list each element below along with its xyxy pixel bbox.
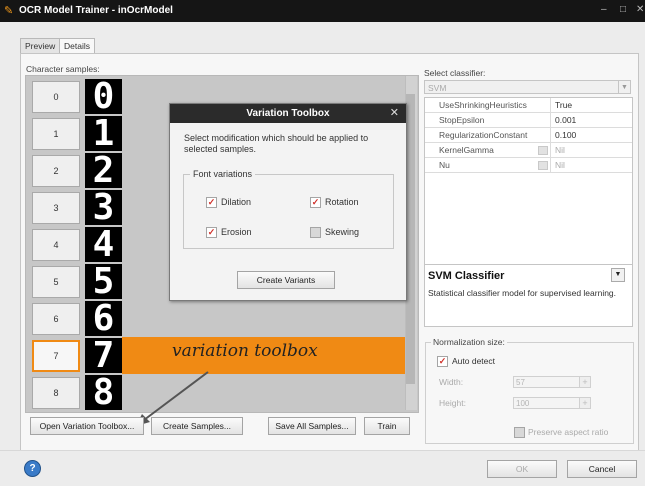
- window-title: OCR Model Trainer - inOcrModel: [19, 5, 173, 16]
- erosion-checkbox[interactable]: ✓: [206, 227, 217, 238]
- param-value[interactable]: Nil: [555, 145, 565, 155]
- tab-preview[interactable]: Preview: [20, 38, 61, 53]
- param-name: Nu: [439, 160, 450, 170]
- param-row[interactable]: KernelGamma Nil: [425, 143, 632, 158]
- classifier-select[interactable]: SVM ▼: [424, 80, 631, 94]
- sample-row: 8 8: [26, 374, 406, 411]
- grid-description-divider: [425, 264, 632, 265]
- cancel-button[interactable]: Cancel: [567, 460, 637, 478]
- group-title: Font variations: [190, 169, 256, 179]
- minimize-button[interactable]: –: [601, 4, 607, 15]
- grid-divider: [550, 143, 551, 157]
- character-samples-label: Character samples:: [26, 64, 100, 74]
- param-toggle-icon[interactable]: [538, 161, 548, 170]
- sample-glyph-image[interactable]: 5: [85, 264, 122, 299]
- param-row[interactable]: StopEpsilon 0.001: [425, 113, 632, 128]
- chevron-down-icon[interactable]: ▼: [618, 81, 630, 93]
- variation-toolbox-dialog: Variation Toolbox ✕ Select modification …: [169, 103, 407, 301]
- dilation-label: Dilation: [221, 197, 252, 207]
- ok-button[interactable]: OK: [487, 460, 557, 478]
- sample-index-button[interactable]: 4: [32, 229, 80, 261]
- dialog-description: Select modification which should be appl…: [184, 133, 369, 154]
- create-variants-button[interactable]: Create Variants: [237, 271, 335, 289]
- sample-glyph-image[interactable]: 6: [85, 301, 122, 336]
- sample-index-button[interactable]: 7: [32, 340, 80, 372]
- width-label: Width:: [439, 377, 464, 387]
- param-row[interactable]: UseShrinkingHeuristics True: [425, 98, 632, 113]
- sample-glyph-image[interactable]: 2: [85, 153, 122, 188]
- sample-glyph-image[interactable]: 7: [85, 338, 122, 373]
- grid-divider: [550, 113, 551, 127]
- skewing-checkbox[interactable]: ✓: [310, 227, 321, 238]
- width-field[interactable]: 57: [513, 376, 583, 388]
- auto-detect-label: Auto detect: [452, 356, 496, 366]
- maximize-button[interactable]: □: [620, 4, 626, 15]
- sample-row: 6 6: [26, 300, 406, 337]
- grid-divider: [550, 128, 551, 142]
- sample-index-button[interactable]: 5: [32, 266, 80, 298]
- save-all-samples-button[interactable]: Save All Samples...: [268, 417, 356, 435]
- height-stepper-icon[interactable]: +: [579, 397, 591, 409]
- scrollbar-thumb[interactable]: [406, 94, 415, 384]
- annotation-label: variation toolbox: [172, 341, 318, 361]
- rotation-checkbox[interactable]: ✓: [310, 197, 321, 208]
- help-icon[interactable]: ?: [24, 460, 41, 477]
- rotation-label: Rotation: [325, 197, 359, 207]
- chevron-down-icon[interactable]: ▼: [611, 268, 625, 282]
- font-variations-group: Font variations ✓ Dilation ✓ Rotation ✓ …: [183, 169, 394, 249]
- sample-glyph-image[interactable]: 0: [85, 79, 122, 114]
- sample-glyph-image[interactable]: 1: [85, 116, 122, 151]
- close-icon[interactable]: ✕: [390, 106, 399, 119]
- grid-divider: [550, 98, 551, 112]
- classifier-select-value: SVM: [428, 83, 447, 93]
- dilation-checkbox[interactable]: ✓: [206, 197, 217, 208]
- height-label: Height:: [439, 398, 466, 408]
- auto-detect-checkbox[interactable]: ✓: [437, 356, 448, 367]
- tab-details[interactable]: Details: [59, 38, 95, 54]
- sample-index-button[interactable]: 0: [32, 81, 80, 113]
- sample-index-button[interactable]: 1: [32, 118, 80, 150]
- classifier-description-title: SVM Classifier: [428, 270, 505, 282]
- param-value[interactable]: Nil: [555, 160, 565, 170]
- height-field[interactable]: 100: [513, 397, 583, 409]
- footer-divider: [0, 450, 645, 451]
- param-toggle-icon[interactable]: [538, 146, 548, 155]
- param-value[interactable]: 0.001: [555, 115, 576, 125]
- sample-index-button[interactable]: 3: [32, 192, 80, 224]
- param-name: StopEpsilon: [439, 115, 485, 125]
- param-name: RegularizationConstant: [439, 130, 528, 140]
- title-bar: ✎ OCR Model Trainer - inOcrModel – □ ✕: [0, 0, 645, 22]
- preserve-aspect-checkbox[interactable]: ✓: [514, 427, 525, 438]
- sample-glyph-image[interactable]: 8: [85, 375, 122, 410]
- dialog-title: Variation Toolbox: [170, 104, 406, 123]
- create-samples-button[interactable]: Create Samples...: [151, 417, 243, 435]
- sample-glyph-image[interactable]: 3: [85, 190, 122, 225]
- preserve-aspect-label: Preserve aspect ratio: [528, 427, 609, 437]
- param-value[interactable]: True: [555, 100, 572, 110]
- select-classifier-label: Select classifier:: [424, 68, 486, 78]
- app-icon: ✎: [4, 5, 14, 17]
- normalization-group: Normalization size: ✓ Auto detect Width:…: [425, 337, 634, 444]
- sample-index-button[interactable]: 8: [32, 377, 80, 409]
- open-variation-toolbox-button[interactable]: Open Variation Toolbox...: [30, 417, 144, 435]
- train-button[interactable]: Train: [364, 417, 410, 435]
- param-name: KernelGamma: [439, 145, 494, 155]
- param-name: UseShrinkingHeuristics: [439, 100, 527, 110]
- sample-index-button[interactable]: 2: [32, 155, 80, 187]
- classifier-description-text: Statistical classifier model for supervi…: [428, 288, 617, 298]
- width-stepper-icon[interactable]: +: [579, 376, 591, 388]
- normalization-title: Normalization size:: [431, 337, 507, 347]
- erosion-label: Erosion: [221, 227, 252, 237]
- close-button[interactable]: ✕: [636, 4, 644, 15]
- sample-glyph-image[interactable]: 4: [85, 227, 122, 262]
- grid-divider: [550, 158, 551, 172]
- param-row[interactable]: RegularizationConstant 0.100: [425, 128, 632, 143]
- param-value[interactable]: 0.100: [555, 130, 576, 140]
- sample-index-button[interactable]: 6: [32, 303, 80, 335]
- param-row[interactable]: Nu Nil: [425, 158, 632, 173]
- skewing-label: Skewing: [325, 227, 360, 237]
